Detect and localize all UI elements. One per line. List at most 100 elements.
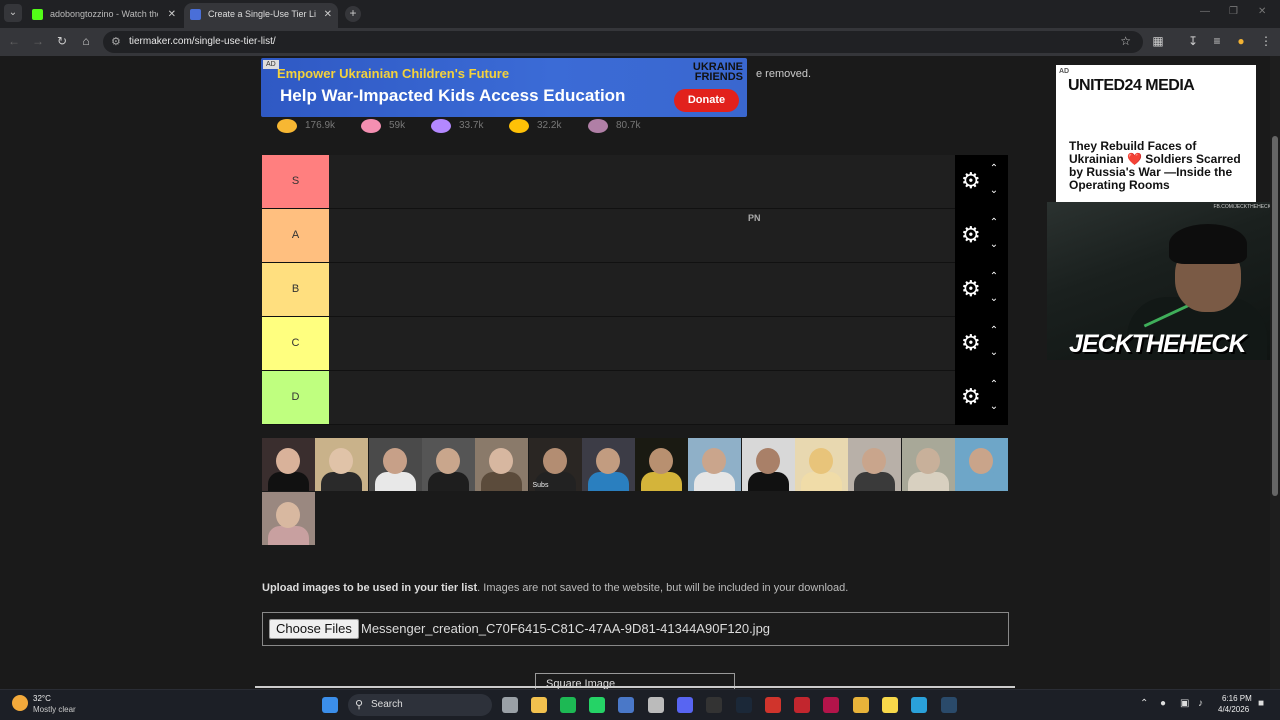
chevron-up-icon[interactable]: ⌃: [987, 163, 1001, 174]
tier-label[interactable]: A: [262, 209, 329, 262]
notification-bell-icon[interactable]: ■: [1258, 698, 1264, 709]
chevron-down-icon[interactable]: ⌄: [987, 347, 1001, 358]
microphone-icon[interactable]: ●: [1160, 698, 1166, 709]
epic-icon[interactable]: [706, 697, 722, 713]
whatsapp-icon[interactable]: [589, 697, 605, 713]
weather-icon[interactable]: [12, 695, 28, 711]
media-icon[interactable]: ≡: [1209, 34, 1225, 48]
united24-side-ad[interactable]: AD UNITED24 MEDIA They Rebuild Faces of …: [1056, 65, 1256, 205]
tier-label[interactable]: S: [262, 155, 329, 208]
pool-image[interactable]: [262, 492, 315, 545]
tier-drop-zone[interactable]: [329, 371, 955, 424]
tier-label[interactable]: B: [262, 263, 329, 316]
page-scrollbar[interactable]: [1270, 56, 1280, 689]
tab-close-icon[interactable]: ✕: [324, 3, 332, 26]
chevron-up-icon[interactable]: ⌃: [987, 325, 1001, 336]
pool-image[interactable]: [795, 438, 848, 491]
chevron-down-icon[interactable]: ⌄: [987, 401, 1001, 412]
pool-image[interactable]: [901, 438, 955, 491]
clock-date[interactable]: 4/4/2026: [1218, 705, 1249, 714]
gear-icon[interactable]: ⚙: [961, 222, 981, 248]
url-text[interactable]: tiermaker.com/single-use-tier-list/: [129, 36, 276, 47]
tier-label[interactable]: D: [262, 371, 329, 424]
steam-icon[interactable]: [736, 697, 752, 713]
back-icon[interactable]: ←: [6, 34, 22, 48]
pool-image[interactable]: [688, 438, 742, 491]
bookmark-star-icon[interactable]: ☆: [1120, 34, 1131, 48]
download-icon[interactable]: ↧: [1185, 34, 1201, 48]
pool-image[interactable]: [635, 438, 689, 491]
site-info-icon[interactable]: ⚙: [111, 35, 121, 48]
app-red-icon[interactable]: [765, 697, 781, 713]
pool-image[interactable]: [475, 438, 529, 491]
weather-temp[interactable]: 32°C: [33, 694, 51, 703]
app-ring-icon[interactable]: [648, 697, 664, 713]
gear-icon[interactable]: ⚙: [961, 276, 981, 302]
pool-image[interactable]: [315, 438, 369, 491]
tab-kick[interactable]: adobongtozzino - Watch the V ✕: [26, 3, 182, 28]
poop-emoji-icon: [588, 119, 608, 133]
telegram-icon[interactable]: [911, 697, 927, 713]
new-tab-button[interactable]: +: [345, 6, 361, 22]
window-close-icon[interactable]: ✕: [1258, 6, 1266, 17]
files-icon[interactable]: [502, 697, 518, 713]
choose-files-button[interactable]: Choose Files: [269, 619, 359, 639]
taskbar-search[interactable]: ⚲ Search: [348, 694, 492, 716]
scrollbar-thumb[interactable]: [1272, 136, 1278, 496]
tier-label[interactable]: C: [262, 317, 329, 370]
pool-image[interactable]: [848, 438, 902, 491]
pool-image[interactable]: [368, 438, 422, 491]
minimize-icon[interactable]: —: [1200, 6, 1210, 17]
home-icon[interactable]: ⌂: [78, 34, 94, 48]
tab-search-button[interactable]: ⌄: [4, 4, 22, 22]
forward-icon[interactable]: →: [30, 34, 46, 48]
donate-button[interactable]: Donate: [674, 89, 739, 112]
gear-icon[interactable]: ⚙: [961, 384, 981, 410]
app-red2-icon[interactable]: [794, 697, 810, 713]
chevron-up-icon[interactable]: ⌃: [987, 271, 1001, 282]
restore-icon[interactable]: ❐: [1229, 6, 1238, 17]
steam2-icon[interactable]: [941, 697, 957, 713]
pool-image[interactable]: Subs: [528, 438, 582, 491]
menu-kebab-icon[interactable]: ⋮: [1258, 34, 1274, 48]
chevron-up-icon[interactable]: ⌃: [987, 379, 1001, 390]
profile-avatar-icon[interactable]: ●: [1233, 34, 1249, 48]
notes-icon[interactable]: [882, 697, 898, 713]
app-blue-icon[interactable]: [618, 697, 634, 713]
ukraine-ad-banner[interactable]: AD Empower Ukrainian Children's Future H…: [261, 58, 747, 117]
chevron-up-icon[interactable]: ⌃: [987, 217, 1001, 228]
spotify-icon[interactable]: [560, 697, 576, 713]
tray-chevron-icon[interactable]: ⌃: [1140, 698, 1148, 709]
chrome-icon[interactable]: [853, 697, 869, 713]
tier-drop-zone[interactable]: [329, 155, 955, 208]
discord-icon[interactable]: [677, 697, 693, 713]
pool-image[interactable]: [741, 438, 795, 491]
pool-image[interactable]: [581, 438, 635, 491]
network-icon[interactable]: ▣: [1180, 698, 1189, 709]
pool-image[interactable]: [421, 438, 475, 491]
tier-drop-zone[interactable]: [329, 317, 955, 370]
extensions-icon[interactable]: ▦: [1150, 34, 1166, 48]
tier-row-a: A ⚙ ⌃ ⌄: [262, 209, 1008, 263]
reload-icon[interactable]: ↻: [54, 34, 70, 48]
weather-desc[interactable]: Mostly clear: [33, 705, 76, 714]
gear-icon[interactable]: ⚙: [961, 168, 981, 194]
windows-start-icon[interactable]: [322, 697, 338, 713]
gear-icon[interactable]: ⚙: [961, 330, 981, 356]
address-bar[interactable]: ⚙ tiermaker.com/single-use-tier-list/ ☆: [103, 31, 1143, 53]
clock-time[interactable]: 6:16 PM: [1222, 694, 1252, 703]
file-input[interactable]: Choose Files Messenger_creation_C70F6415…: [262, 612, 1009, 646]
tab-close-icon[interactable]: ✕: [168, 3, 176, 26]
pool-image[interactable]: [262, 438, 315, 491]
tab-tiermaker[interactable]: Create a Single-Use Tier List (Pr ✕: [184, 3, 338, 28]
tier-drop-zone[interactable]: [329, 209, 955, 262]
ad-headline: They Rebuild Faces of Ukrainian ❤️ Soldi…: [1069, 139, 1241, 192]
pool-image[interactable]: [954, 438, 1008, 491]
chevron-down-icon[interactable]: ⌄: [987, 239, 1001, 250]
chevron-down-icon[interactable]: ⌄: [987, 293, 1001, 304]
folder-icon[interactable]: [531, 697, 547, 713]
tier-drop-zone[interactable]: [329, 263, 955, 316]
volume-icon[interactable]: ♪: [1198, 698, 1203, 709]
app-a-icon[interactable]: [823, 697, 839, 713]
chevron-down-icon[interactable]: ⌄: [987, 185, 1001, 196]
